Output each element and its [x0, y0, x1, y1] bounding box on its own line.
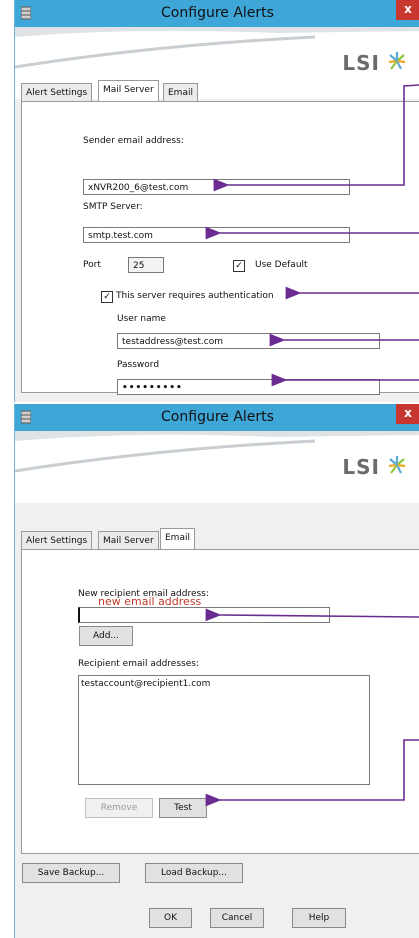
- configure-alerts-window-email: Configure Alerts x LSI Alert Settings Ma…: [14, 404, 419, 938]
- tab-mail-server[interactable]: Mail Server: [98, 80, 159, 102]
- tab-mail-server[interactable]: Mail Server: [98, 531, 159, 550]
- save-backup-button[interactable]: Save Backup...: [22, 863, 120, 883]
- test-button[interactable]: Test: [159, 798, 207, 818]
- port-label: Port: [83, 260, 101, 270]
- lsi-starburst-icon: [388, 456, 406, 474]
- window-title: Configure Alerts: [161, 409, 274, 425]
- recipients-label: Recipient email addresses:: [78, 659, 199, 669]
- title-bar[interactable]: Configure Alerts x: [15, 404, 419, 431]
- configure-alerts-window-mail-server: Configure Alerts x LSI Alert Settings Ma…: [14, 0, 419, 402]
- lsi-logo: LSI: [342, 455, 380, 479]
- mail-server-panel: Sender email address: xNVR200_6@test.com…: [21, 101, 419, 395]
- window-title: Configure Alerts: [161, 5, 274, 21]
- tab-email[interactable]: Email: [160, 528, 195, 550]
- tab-email[interactable]: Email: [163, 83, 198, 102]
- add-button[interactable]: Add...: [79, 626, 133, 646]
- recipient-list-item[interactable]: testaccount@recipient1.com: [81, 679, 210, 689]
- password-label: Password: [117, 360, 160, 370]
- user-name-field[interactable]: testaddress@test.com: [117, 333, 380, 349]
- header-banner: LSI: [15, 431, 419, 503]
- tab-alert-settings[interactable]: Alert Settings: [21, 531, 93, 550]
- use-default-label: Use Default: [255, 260, 308, 270]
- close-button[interactable]: x: [396, 0, 419, 20]
- ok-button[interactable]: OK: [149, 908, 192, 928]
- recipient-list[interactable]: testaccount@recipient1.com: [78, 675, 370, 785]
- tab-alert-settings[interactable]: Alert Settings: [21, 83, 93, 102]
- cancel-button[interactable]: Cancel: [210, 908, 264, 928]
- sender-email-field[interactable]: xNVR200_6@test.com: [83, 179, 350, 195]
- close-button[interactable]: x: [396, 404, 419, 424]
- load-backup-button[interactable]: Load Backup...: [145, 863, 243, 883]
- help-button[interactable]: Help: [292, 908, 346, 928]
- smtp-server-field[interactable]: smtp.test.com: [83, 227, 350, 243]
- email-panel: New recipient email address: Add... Reci…: [21, 549, 419, 854]
- auth-checkbox[interactable]: ✓: [101, 291, 113, 303]
- port-field[interactable]: 25: [128, 257, 164, 273]
- smtp-label: SMTP Server:: [83, 202, 143, 212]
- sender-label: Sender email address:: [83, 136, 184, 146]
- auth-label: This server requires authentication: [116, 291, 274, 301]
- lsi-starburst-icon: [388, 52, 406, 70]
- lsi-logo: LSI: [342, 51, 380, 75]
- new-email-annotation: new email address: [98, 595, 202, 608]
- password-field[interactable]: •••••••••: [117, 379, 380, 395]
- remove-button[interactable]: Remove: [85, 798, 153, 818]
- user-name-label: User name: [117, 314, 166, 324]
- new-recipient-field[interactable]: [78, 607, 330, 623]
- use-default-checkbox[interactable]: ✓: [233, 260, 245, 272]
- title-bar[interactable]: Configure Alerts x: [15, 0, 419, 27]
